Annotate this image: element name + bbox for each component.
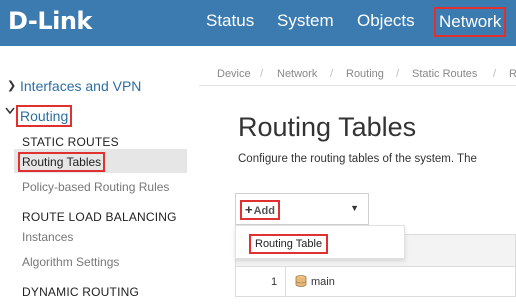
breadcrumb-separator: /	[493, 68, 497, 80]
add-button[interactable]: +Add	[240, 200, 280, 220]
caret-down-icon[interactable]: ▼	[350, 203, 359, 213]
sidebar-item-policy-based-routing-rules[interactable]: Policy-based Routing Rules	[22, 180, 169, 194]
dlink-logo[interactable]: D-Link	[8, 7, 92, 35]
row-name[interactable]: main	[311, 276, 335, 288]
chevron-down-icon	[5, 106, 15, 118]
breadcrumb-network[interactable]: Network	[277, 68, 317, 80]
table-row[interactable]: 1 main	[235, 267, 516, 297]
main-content: Device / Network / Routing / Static Rout…	[199, 46, 516, 304]
row-index: 1	[271, 276, 278, 288]
breadcrumb-routing[interactable]: Routing	[346, 68, 384, 80]
sidebar-item-interfaces-vpn[interactable]: Interfaces and VPN	[20, 78, 141, 94]
sidebar: ❯ Interfaces and VPN Routing STATIC ROUT…	[0, 46, 199, 304]
nav-system[interactable]: System	[277, 10, 334, 32]
nav-objects[interactable]: Objects	[357, 10, 415, 32]
breadcrumb-separator: /	[396, 68, 400, 80]
column-divider	[285, 267, 286, 297]
plus-icon: +	[245, 202, 253, 217]
breadcrumb: Device / Network / Routing / Static Rout…	[199, 46, 516, 86]
page-description: Configure the routing tables of the syst…	[238, 153, 477, 165]
breadcrumb-routing-tables[interactable]: R	[509, 68, 516, 80]
sidebar-item-algorithm-settings[interactable]: Algorithm Settings	[22, 255, 119, 269]
add-dropdown-control[interactable]: +Add ▼	[235, 193, 369, 225]
breadcrumb-device[interactable]: Device	[217, 68, 251, 80]
menu-item-routing-table[interactable]: Routing Table	[249, 234, 329, 254]
page-title: Routing Tables	[238, 112, 417, 142]
sidebar-item-routing-tables[interactable]: Routing Tables	[18, 152, 106, 172]
routing-table-icon	[294, 274, 308, 288]
breadcrumb-separator: /	[330, 68, 334, 80]
chevron-right-icon: ❯	[7, 80, 17, 92]
nav-status[interactable]: Status	[206, 10, 254, 32]
sidebar-item-instances[interactable]: Instances	[22, 230, 73, 244]
add-button-label: Add	[253, 205, 275, 217]
section-heading-static-routes: STATIC ROUTES	[22, 135, 119, 149]
section-heading-route-load-balancing: ROUTE LOAD BALANCING	[22, 210, 177, 224]
breadcrumb-separator: /	[260, 68, 264, 80]
sidebar-item-routing[interactable]: Routing	[16, 105, 73, 127]
top-nav-bar: D-Link Status System Objects Network	[0, 0, 516, 46]
breadcrumb-static-routes[interactable]: Static Routes	[412, 68, 477, 80]
section-heading-dynamic-routing: DYNAMIC ROUTING	[22, 285, 139, 299]
nav-network[interactable]: Network	[434, 7, 507, 37]
add-dropdown-menu: Routing Table	[235, 225, 405, 259]
